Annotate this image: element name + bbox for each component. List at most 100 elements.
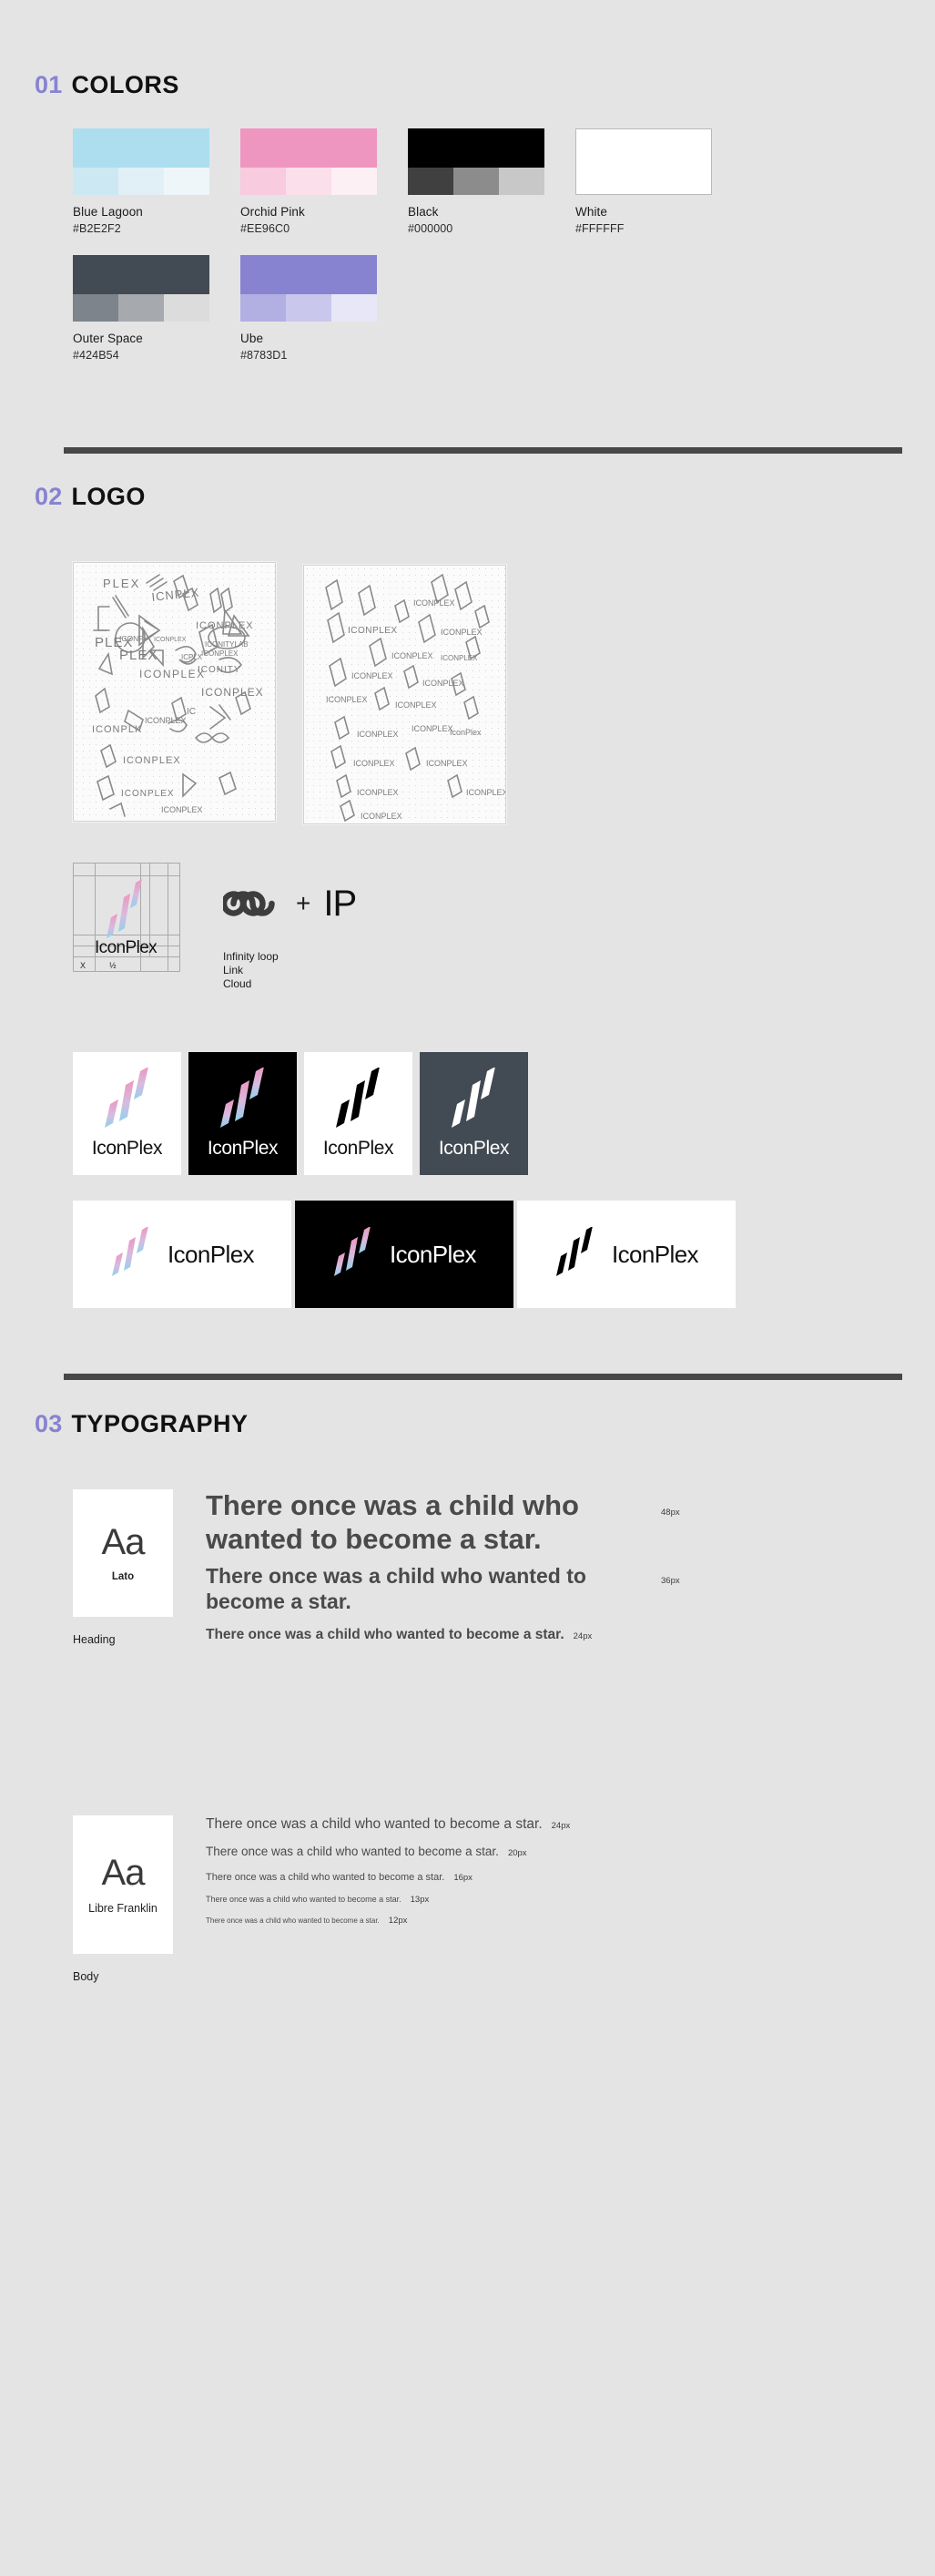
swatch-tint (240, 168, 286, 195)
sample-text: There once was a child who wanted to bec… (206, 1916, 380, 1925)
logo-lockup-light-gradient[interactable]: IconPlex (73, 1201, 291, 1309)
logo-tile-dark-mono[interactable]: IconPlex (420, 1052, 528, 1176)
svg-text:ICONPLEX: ICONPLEX (413, 598, 455, 608)
sample-size-label: 24px (551, 1821, 571, 1832)
colors-section-heading: 01 COLORS (35, 71, 935, 99)
type-sample-row: There once was a child who wanted to bec… (206, 1906, 935, 1926)
type-sample-row: There once was a child who wanted to bec… (206, 1884, 935, 1905)
logo-tile-light-gradient[interactable]: IconPlex (73, 1052, 181, 1176)
color-swatch[interactable]: Black #000000 (408, 128, 544, 235)
logo-wordmark: IconPlex (438, 1138, 510, 1160)
svg-text:ICONPLEX: ICONPLEX (357, 788, 399, 797)
heading-typeface-card-wrap: Aa Lato Heading (73, 1489, 173, 1646)
svg-text:ICONPLEX: ICONPLEX (351, 671, 393, 680)
logo-mark-icon (110, 1225, 156, 1283)
keyword: Infinity loop (223, 950, 279, 963)
section-number: 02 (35, 483, 63, 510)
logo-construction-row: IconPlex X ½ + IP Infinity loop Link Clo… (73, 863, 935, 990)
logo-concept-line: + IP (223, 884, 357, 924)
swatch-tints (240, 168, 377, 195)
svg-text:ICPLX: ICPLX (181, 653, 203, 661)
type-sample-row: There once was a child who wanted to bec… (206, 1860, 935, 1885)
logo-tile-light-mono[interactable]: IconPlex (304, 1052, 412, 1176)
svg-text:ICONPLEX: ICONPLEX (395, 700, 437, 710)
section-divider (64, 1374, 902, 1381)
swatch-name: Blue Lagoon (73, 205, 143, 219)
sample-text: There once was a child who wanted to bec… (206, 1844, 499, 1858)
colors-section: 01 COLORS Blue Lagoon #B2E2F2 Orchid Pin… (0, 0, 935, 382)
swatch-main-color (73, 255, 209, 294)
svg-text:ICONITYLAB: ICONITYLAB (205, 640, 249, 649)
swatch-tint (73, 294, 118, 322)
logo-lockup-black-gradient[interactable]: IconPlex (295, 1201, 513, 1309)
swatch-main-color (408, 128, 544, 168)
swatch-tint (118, 294, 164, 322)
svg-text:ICONPLEX: ICONPLEX (391, 651, 433, 660)
swatch-hex: #424B54 (73, 349, 119, 362)
swatch-tint (286, 168, 331, 195)
swatch-name: Orchid Pink (240, 205, 305, 219)
section-title: LOGO (71, 483, 146, 510)
swatch-tint (164, 168, 209, 195)
typeface-name: Lato (111, 1571, 135, 1583)
color-swatch[interactable]: Ube #8783D1 (240, 255, 377, 362)
swatch-tint (408, 168, 453, 195)
svg-text:ICONPLEX: ICONPLEX (441, 628, 483, 637)
type-sample-row: There once was a child who wanted to bec… (206, 1614, 935, 1644)
logo-sketch-sheet-2: ICONPLEX ICONPLEX ICONPLEX ICONPLEX ICON… (303, 565, 506, 824)
typography-section-heading: 03 TYPOGRAPHY (35, 1410, 935, 1438)
swatch-tint (331, 294, 377, 322)
section-number: 01 (35, 71, 63, 98)
sample-text: There once was a child who wanted to bec… (206, 1816, 543, 1833)
svg-text:ICONPLEX: ICONPLEX (326, 695, 368, 704)
logo-section-heading: 02 LOGO (35, 483, 935, 511)
swatch-hex: #FFFFFF (575, 222, 625, 235)
color-swatch[interactable]: Blue Lagoon #B2E2F2 (73, 128, 209, 235)
logo-tile-black-gradient[interactable]: IconPlex (188, 1052, 297, 1176)
svg-text:ICONPLEX: ICONPLEX (422, 679, 464, 688)
logo-sketch-sheet-1: PLEX ICNPLX ICONP ICONPLEX PLEX PLEX ICO… (73, 562, 276, 822)
swatch-hex: #B2E2F2 (73, 222, 121, 235)
swatch-hex: #000000 (408, 222, 453, 235)
color-swatch[interactable]: Orchid Pink #EE96C0 (240, 128, 377, 235)
logo-lockup-light-mono[interactable]: IconPlex (517, 1201, 736, 1309)
body-typeface-card-wrap: Aa Libre Franklin Body (73, 1815, 173, 1983)
svg-text:ICONPLK: ICONPLK (92, 724, 142, 735)
logo-wordmark: IconPlex (168, 1240, 255, 1268)
swatch-tint (499, 168, 544, 195)
swatch-main-color (240, 255, 377, 294)
svg-text:X: X (80, 961, 86, 970)
swatch-main-color (575, 128, 712, 195)
swatch-tint (240, 294, 286, 322)
svg-text:ICONPLEX: ICONPLEX (201, 649, 239, 658)
swatch-main-color (73, 128, 209, 168)
swatch-hex: #EE96C0 (240, 222, 290, 235)
typeface-role-label: Heading (73, 1633, 116, 1647)
logo-wordmark: IconPlex (91, 1138, 163, 1160)
typeface-glyph: Aa (101, 1522, 146, 1563)
section-title: COLORS (71, 71, 179, 98)
section-divider (64, 447, 902, 454)
section-title: TYPOGRAPHY (71, 1410, 249, 1438)
color-swatch[interactable]: Outer Space #424B54 (73, 255, 209, 362)
svg-text:½: ½ (109, 961, 117, 970)
svg-text:ICONPLEX: ICONPLEX (201, 686, 264, 699)
swatch-tints (73, 294, 209, 322)
sample-size-label: 24px (573, 1631, 593, 1642)
swatch-tint (453, 168, 499, 195)
monogram-ip: IP (323, 884, 357, 924)
svg-text:ICONPLEX: ICONPLEX (441, 654, 478, 662)
section-number: 03 (35, 1410, 63, 1438)
color-swatch[interactable]: White #FFFFFF (575, 128, 712, 235)
sample-text: There once was a child who wanted to bec… (206, 1895, 401, 1905)
type-sample-row: There once was a child who wanted to bec… (206, 1834, 935, 1860)
svg-text:ICONPLEX: ICONPLEX (139, 668, 206, 680)
swatch-tints (240, 294, 377, 322)
typeface-specimen-card: Aa Libre Franklin (73, 1815, 173, 1955)
logo-mark-icon (330, 1067, 387, 1136)
svg-text:ICONPLEX: ICONPLEX (154, 637, 187, 643)
swatch-tint (286, 294, 331, 322)
heading-samples: There once was a child who wanted to bec… (206, 1489, 935, 1646)
sample-size-label: 36px (661, 1576, 680, 1586)
